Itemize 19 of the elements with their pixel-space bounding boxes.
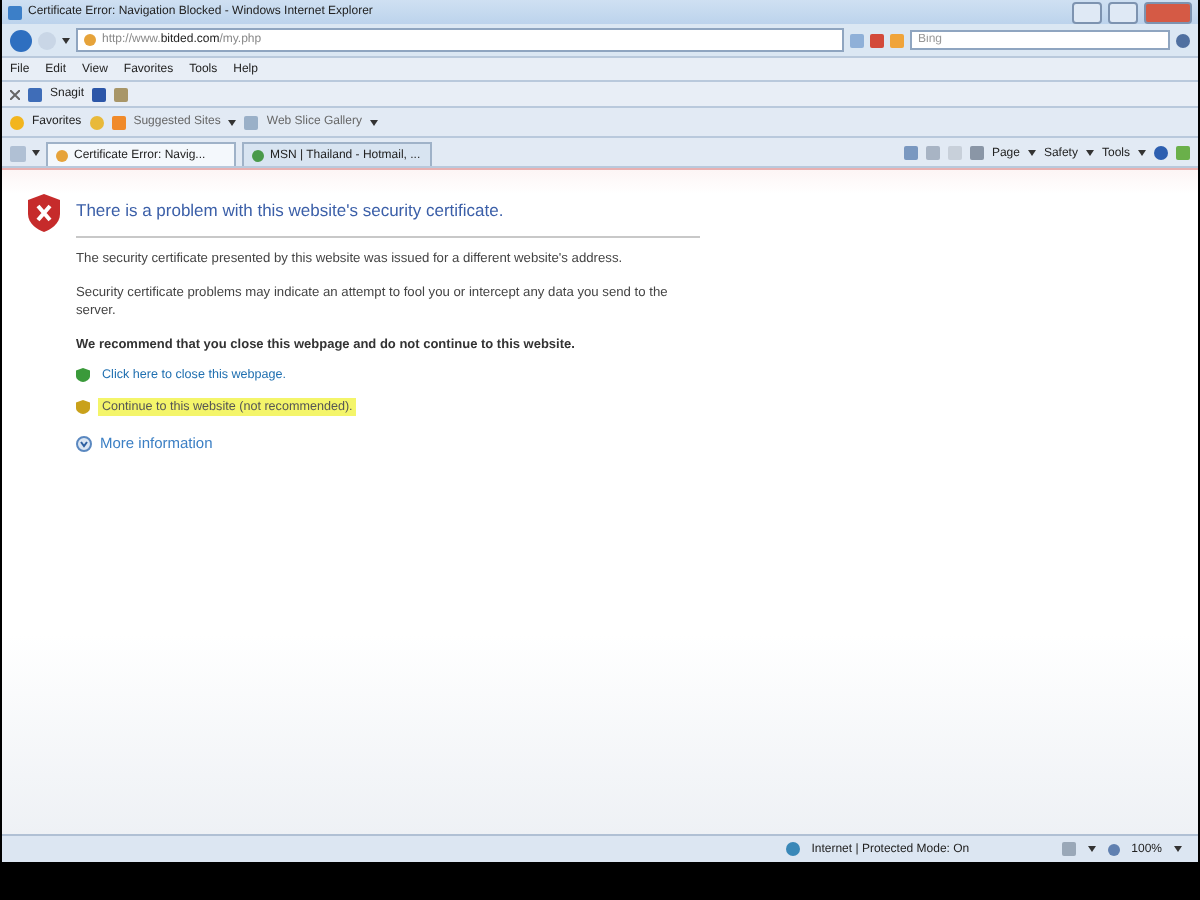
tab-list-caret-icon[interactable] (32, 150, 40, 156)
close-button[interactable] (1144, 1, 1192, 23)
caret-icon[interactable] (228, 119, 237, 125)
caret-icon[interactable] (1085, 150, 1094, 156)
expand-icon[interactable] (76, 435, 92, 451)
error-heading: There is a problem with this website's security certificate. (76, 194, 700, 238)
caret-icon[interactable] (1138, 150, 1146, 156)
maximize-button[interactable] (1108, 1, 1138, 23)
caret-icon[interactable] (1087, 846, 1096, 852)
error-shield-icon (28, 194, 60, 232)
caret-icon[interactable] (1027, 150, 1036, 156)
shield-icon (76, 368, 90, 382)
caret-icon[interactable] (1174, 846, 1182, 852)
history-dropdown-icon[interactable] (62, 37, 70, 43)
close-icon[interactable] (10, 89, 20, 99)
minimize-button[interactable] (1072, 1, 1102, 23)
back-button[interactable] (10, 29, 32, 51)
shield-icon (76, 400, 90, 414)
caret-icon[interactable] (369, 119, 378, 125)
